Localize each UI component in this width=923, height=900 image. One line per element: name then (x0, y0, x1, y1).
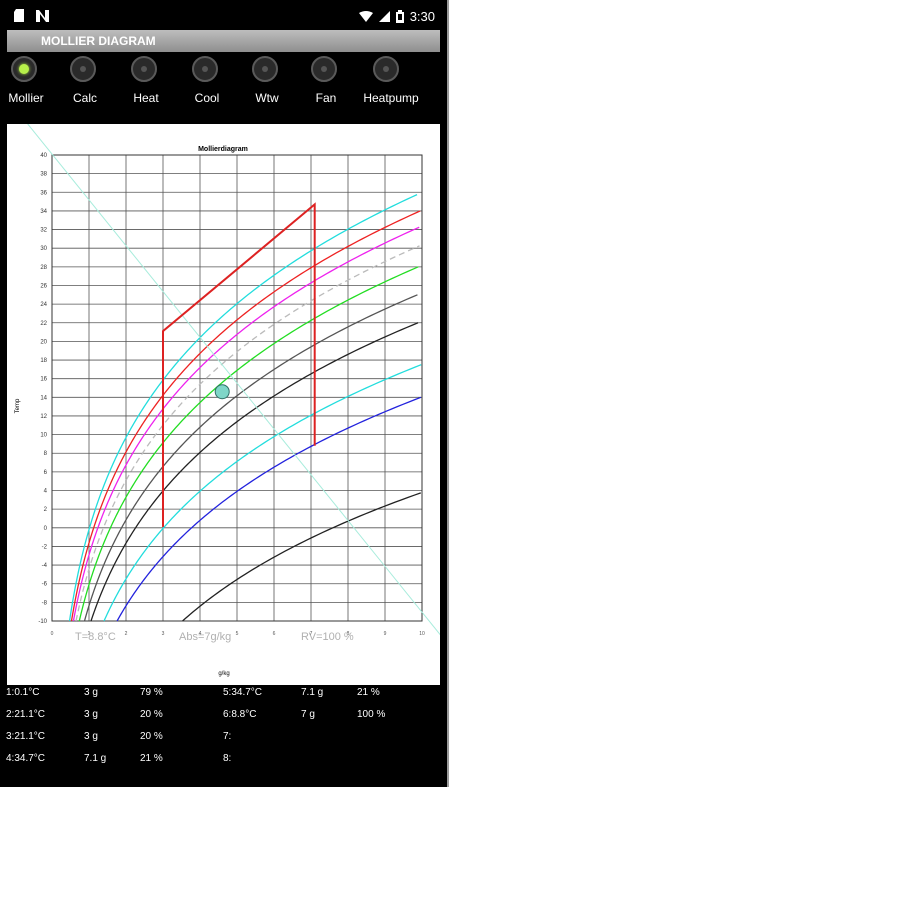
state-cell: 2:21.1°C (6, 709, 46, 720)
y-tick-label: 40 (40, 153, 47, 159)
state-marker (214, 384, 230, 400)
chart-title: Mollierdiagram (198, 146, 248, 153)
abs-cell: 3 g (84, 709, 98, 720)
tab-label: Mollier (8, 91, 44, 105)
y-tick-label: 22 (40, 321, 47, 327)
tab-label: Heat (133, 91, 159, 105)
readout-abs: Abs=7g/kg (179, 631, 231, 643)
x-tick-label: 2 (125, 631, 128, 637)
y-tick-label: 8 (44, 451, 48, 457)
radio-button[interactable] (311, 56, 337, 82)
app-title-bar: MOLLIER DIAGRAM (7, 30, 440, 52)
abs-cell: 7.1 g (84, 753, 107, 764)
y-tick-label: 38 (40, 172, 47, 178)
tab-label: Fan (315, 91, 337, 105)
phone-screen: 3:30 MOLLIER DIAGRAM Mollier Calc Heat C… (0, 0, 447, 787)
radio-button[interactable] (11, 56, 37, 82)
state-cell: 1:0.1°C (6, 687, 40, 698)
y-tick-label: 18 (40, 358, 47, 364)
y-tick-label: 20 (40, 339, 47, 345)
y-tick-label: 4 (44, 489, 48, 495)
radio-button[interactable] (192, 56, 218, 82)
y-tick-label: -4 (42, 563, 48, 569)
tab-fan[interactable]: Fan (296, 54, 356, 112)
y-tick-label: 36 (40, 190, 47, 196)
tab-label: Cool (194, 91, 220, 105)
tab-label: Calc (72, 91, 97, 105)
mollier-chart[interactable]: -10-8-6-4-202468101214161820222426283032… (7, 124, 440, 685)
status-time: 3:30 (409, 9, 435, 24)
y-tick-label: 26 (40, 283, 47, 289)
radio-button[interactable] (70, 56, 96, 82)
battery-icon (395, 10, 404, 23)
x-tick-label: 6 (273, 631, 276, 637)
process-line (162, 202, 316, 527)
tab-heatpump[interactable]: Heatpump (358, 54, 424, 112)
y-tick-label: 14 (40, 395, 47, 401)
state-cell: 7: (223, 731, 232, 742)
y-tick-label: 16 (40, 377, 47, 383)
state-cell: 4:34.7°C (6, 753, 46, 764)
y-tick-label: -2 (42, 544, 48, 550)
screen-edge (447, 0, 449, 787)
rh-cell: 100 % (357, 709, 386, 720)
abs-cell: 7 g (301, 709, 315, 720)
tab-cool[interactable]: Cool (177, 54, 237, 112)
state-cell: 3:21.1°C (6, 731, 46, 742)
x-tick-label: 9 (384, 631, 387, 637)
y-tick-label: 28 (40, 265, 47, 271)
rh-curve (83, 294, 418, 622)
rh-curve (72, 226, 420, 622)
abs-cell: 3 g (84, 731, 98, 742)
y-tick-label: 12 (40, 414, 47, 420)
tab-label: Heatpump (363, 91, 419, 105)
radio-button[interactable] (373, 56, 399, 82)
rh-cell: 20 % (140, 731, 163, 742)
radio-button[interactable] (131, 56, 157, 82)
app-title: MOLLIER DIAGRAM (41, 34, 156, 48)
state-cell: 8: (223, 753, 232, 764)
x-tick-label: 3 (162, 631, 165, 637)
tab-wtw[interactable]: Wtw (237, 54, 297, 112)
y-tick-label: 6 (44, 470, 48, 476)
radio-button[interactable] (252, 56, 278, 82)
tab-label: Wtw (255, 91, 279, 105)
signal-icon (378, 11, 390, 22)
y-tick-label: 0 (44, 526, 48, 532)
sd-card-icon (14, 9, 24, 22)
rh-curve (68, 194, 418, 622)
rh-cell: 21 % (357, 687, 380, 698)
abs-cell: 7.1 g (301, 687, 324, 698)
readout-rv: RV=100 % (301, 631, 354, 643)
n-notification-icon (36, 9, 49, 22)
state-cell: 5:34.7°C (223, 687, 263, 698)
x-axis-label: g/kg (218, 671, 229, 677)
rh-cell: 20 % (140, 709, 163, 720)
readout-temp: T=8.8°C (75, 631, 116, 643)
y-tick-label: 10 (40, 433, 47, 439)
x-tick-label: 0 (51, 631, 54, 637)
status-bar: 3:30 (0, 0, 447, 30)
mollier-chart-panel[interactable]: -10 -8 -6 -4 -2 0 2 4 6 8 10 12 14 16 18 20 22 24 26 28 30 32… (7, 124, 440, 685)
mode-tabs: Mollier Calc Heat Cool Wtw Fan Heatpump (0, 54, 447, 114)
y-tick-label: 34 (40, 209, 47, 215)
y-tick-label: 32 (40, 228, 47, 234)
y-tick-label: 24 (40, 302, 47, 308)
y-tick-label: -10 (38, 619, 47, 625)
y-tick-label: 2 (44, 507, 48, 513)
tab-mollier[interactable]: Mollier (0, 54, 56, 112)
rh-cell: 21 % (140, 753, 163, 764)
y-tick-label: -6 (42, 582, 48, 588)
x-tick-label: 5 (236, 631, 239, 637)
rh-cell: 79 % (140, 687, 163, 698)
state-cell: 6:8.8°C (223, 709, 257, 720)
tab-heat[interactable]: Heat (116, 54, 176, 112)
tab-calc[interactable]: Calc (55, 54, 115, 112)
wifi-icon (358, 11, 373, 22)
y-tick-label: 30 (40, 246, 47, 252)
abs-cell: 3 g (84, 687, 98, 698)
y-axis-label: Temp (15, 398, 21, 413)
y-tick-label: -8 (42, 600, 48, 606)
x-tick-label: 10 (419, 631, 425, 637)
